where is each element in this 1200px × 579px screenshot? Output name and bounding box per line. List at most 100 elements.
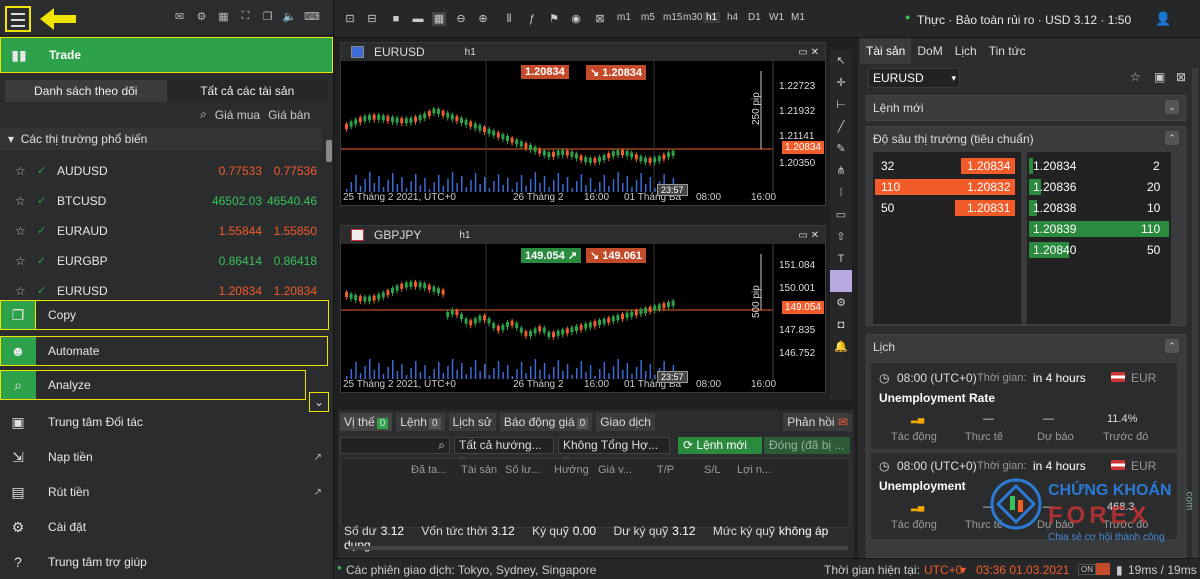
alert-icon[interactable]: 🔔	[830, 336, 852, 358]
symbol-row[interactable]: ☆ ✓ EURGBP 0.86414 0.86418	[0, 246, 322, 276]
chart-type-icon[interactable]: ⊡	[343, 12, 357, 26]
star-icon[interactable]: ☆	[15, 224, 29, 238]
account-info[interactable]: Thực · Bảo toàn rủi ro · USD 3.12 · 1:50	[917, 13, 1131, 27]
camera-icon[interactable]: ◘	[830, 314, 852, 336]
col-ask[interactable]: Giá bán	[268, 108, 310, 122]
tf-m30[interactable]: m30	[683, 12, 702, 23]
feedback-button[interactable]: Phản hồi ✉	[783, 413, 852, 431]
symbol-row[interactable]: ☆ ✓ BTCUSD 46502.03 46540.46	[0, 186, 322, 216]
tab-history[interactable]: Lịch sử	[448, 413, 496, 431]
nav-trade[interactable]: ▮▮ Trade	[0, 37, 333, 73]
tab-watchlist[interactable]: Danh sách theo dõi	[5, 80, 167, 102]
col-header[interactable]: S/L	[704, 464, 721, 476]
crosshair-icon[interactable]: ✛	[830, 72, 852, 94]
ask-price[interactable]: 1.20840	[1033, 243, 1076, 257]
col-bid[interactable]: Giá mua	[215, 108, 260, 122]
tab-news[interactable]: Tin tức	[983, 38, 1032, 64]
tab-orders[interactable]: Lệnh 0	[396, 413, 445, 431]
nav-deposit[interactable]: ⇲ Nạp tiền ↗	[0, 440, 334, 474]
chart2-canvas[interactable]	[341, 244, 827, 394]
col-header[interactable]: T/P	[657, 464, 674, 476]
nav-automate[interactable]: ☻ Automate	[0, 336, 334, 366]
window-icon[interactable]: ❐	[260, 10, 275, 24]
chart-symbol[interactable]: EURUSD	[374, 45, 425, 59]
bid-price[interactable]: 1.20831	[967, 201, 1010, 215]
chart-gbpjpy[interactable]: GBPJPY h1 ▭ ✕ 149.054 ↗ ↘ 149.061 151.08…	[340, 225, 826, 393]
zoom-in-icon[interactable]: ⊕	[476, 12, 490, 26]
tf-m5[interactable]: m5	[641, 12, 655, 23]
zoom-out-icon[interactable]: ⊖	[454, 12, 468, 26]
settings-icon[interactable]: ⚙	[830, 292, 852, 314]
keyboard-icon[interactable]: ⌨	[304, 10, 320, 24]
template-icon[interactable]: ⚑	[547, 12, 561, 26]
ask-price[interactable]: 1.20839	[1033, 222, 1076, 236]
eye-icon[interactable]: ◉	[569, 12, 583, 26]
single-layout-icon[interactable]: ■	[389, 12, 403, 26]
bid-price[interactable]: 1.20834	[967, 159, 1010, 173]
tf-h1[interactable]: h1	[703, 12, 721, 23]
star-icon[interactable]: ☆	[15, 164, 29, 178]
tab-dom[interactable]: DoM	[911, 38, 948, 64]
cursor-icon[interactable]: ↖	[830, 50, 852, 72]
indicator-icon[interactable]: ƒ	[525, 12, 539, 26]
new-order-button[interactable]: ⟳ Lệnh mới	[678, 437, 762, 454]
rectangle-icon[interactable]: ▭	[830, 204, 852, 226]
timezone-chevron-icon[interactable]: ▾	[960, 563, 966, 577]
hamburger-menu-icon[interactable]	[5, 6, 31, 32]
user-settings-icon[interactable]: ⚙	[194, 10, 209, 24]
tf-d1[interactable]: D1	[748, 12, 761, 23]
timezone[interactable]: UTC+0	[924, 563, 962, 577]
star-icon[interactable]: ☆	[1130, 70, 1141, 84]
pen-icon[interactable]: ✎	[830, 138, 852, 160]
user-icon[interactable]: 👤	[1155, 11, 1171, 27]
col-header[interactable]: Số lư...	[505, 464, 541, 476]
ask-price[interactable]: 1.20838	[1033, 201, 1076, 215]
nav-settings[interactable]: ⚙ Cài đặt	[0, 510, 334, 544]
tab-all-assets[interactable]: Tất cả các tài sản	[166, 80, 328, 102]
symbol-row[interactable]: ☆ ✓ AUDUSD 0.77533 0.77536	[0, 156, 322, 186]
tab-assets[interactable]: Tài sản	[860, 38, 912, 64]
chart1-canvas[interactable]	[341, 61, 827, 207]
tf-mn1[interactable]: M1	[791, 12, 805, 23]
buy-price-box[interactable]: ↘ 1.20834	[586, 65, 647, 80]
fullscreen-icon[interactable]: ⛶	[238, 10, 253, 24]
candle-type-icon[interactable]: ⫴	[502, 12, 516, 26]
calculator-icon[interactable]: ▦	[216, 10, 231, 24]
trendline-icon[interactable]: ╱	[830, 116, 852, 138]
hline-icon[interactable]: ⊢	[830, 94, 852, 116]
tf-w1[interactable]: W1	[769, 12, 784, 23]
col-header[interactable]: Giá v...	[598, 464, 632, 476]
new-order-section[interactable]: Lệnh mới ⌄	[866, 95, 1186, 121]
chart-timeframe[interactable]: h1	[459, 230, 470, 241]
layout-icon[interactable]: ⊟	[365, 12, 379, 26]
fib-icon[interactable]: ⁞	[830, 182, 852, 204]
tab-trades[interactable]: Giao dịch	[596, 413, 655, 431]
chevron-up-icon[interactable]: ⌃	[1165, 339, 1179, 353]
chart-eurusd[interactable]: EURUSD h1 ▭ ✕ 1.20834 ↘ 1.20834 1.22723 …	[340, 42, 826, 206]
tab-calendar[interactable]: Lịch	[949, 38, 983, 64]
nav-copy[interactable]: ❐ Copy	[0, 300, 329, 330]
chevron-up-icon[interactable]: ⌃	[1165, 131, 1179, 145]
position-search[interactable]: ⌕	[340, 437, 450, 454]
nav-help[interactable]: ? Trung tâm trợ giúp	[0, 545, 334, 579]
mail-icon[interactable]: ✉	[172, 10, 187, 24]
close-all-button[interactable]: Đóng (đã bị ...	[764, 437, 850, 454]
chart-symbol[interactable]: GBPJPY	[374, 228, 421, 242]
star-icon[interactable]: ☆	[15, 194, 29, 208]
col-header[interactable]: Đã ta...	[411, 464, 446, 476]
tab-price-alerts[interactable]: Báo động giá 0	[499, 413, 593, 431]
tf-h4[interactable]: h4	[727, 12, 738, 23]
col-header[interactable]: Hướng	[554, 464, 589, 476]
toggle-on[interactable]: ON	[1078, 564, 1096, 575]
toggle-indicator[interactable]	[1096, 563, 1110, 575]
pitchfork-icon[interactable]: ⋔	[830, 160, 852, 182]
sell-price-box[interactable]: 149.054 ↗	[521, 248, 582, 263]
aggregation-filter[interactable]: Không Tổng Hợ... ▾	[558, 437, 670, 467]
sell-price-box[interactable]: 1.20834	[521, 65, 569, 79]
instrument-select[interactable]: EURUSD ▾	[868, 68, 960, 88]
col-header[interactable]: Lợi n...	[737, 464, 771, 476]
chart-icon[interactable]: ▣	[1154, 70, 1165, 84]
symbol-row[interactable]: ☆ ✓ EURAUD 1.55844 1.55850	[0, 216, 322, 246]
close-icon[interactable]: ⊠	[1176, 70, 1186, 84]
text-icon[interactable]: T	[830, 248, 852, 270]
